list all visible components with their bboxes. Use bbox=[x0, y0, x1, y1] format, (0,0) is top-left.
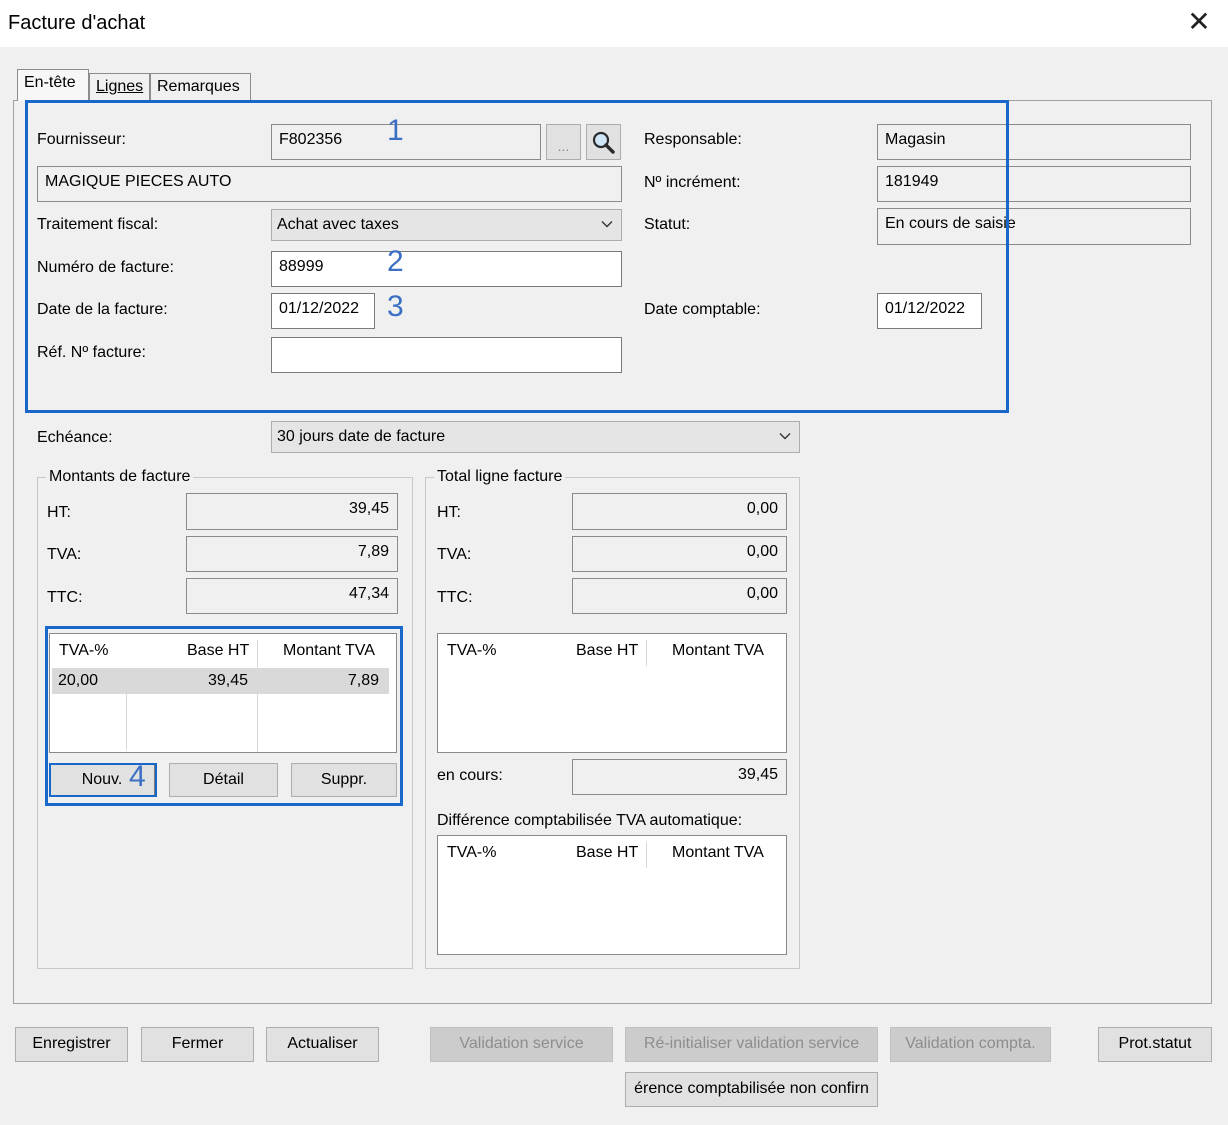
suppr-button[interactable]: Suppr. bbox=[291, 763, 397, 797]
numero-facture-input[interactable]: 88999 bbox=[271, 251, 622, 287]
traitement-fiscal-label: Traitement fiscal: bbox=[37, 216, 159, 233]
en-cours-field: 39,45 bbox=[572, 759, 787, 795]
enregistrer-button[interactable]: Enregistrer bbox=[15, 1027, 128, 1062]
annotation-number-2: 2 bbox=[387, 245, 404, 278]
montants-title: Montants de facture bbox=[46, 468, 194, 486]
traitement-fiscal-select[interactable]: Achat avec taxes bbox=[271, 209, 622, 241]
en-cours-label: en cours: bbox=[437, 767, 503, 784]
diff-tva-label: Différence comptabilisée TVA automatique… bbox=[437, 812, 743, 829]
grid-header-base-ht: Base HT bbox=[576, 844, 639, 861]
detail-button[interactable]: Détail bbox=[169, 763, 278, 797]
grid-separator bbox=[646, 842, 647, 868]
increment-field: 181949 bbox=[877, 166, 1191, 202]
annotation-number-1: 1 bbox=[387, 114, 404, 147]
cell-tva-pct: 20,00 bbox=[58, 672, 99, 689]
cell-montant-tva: 7,89 bbox=[347, 672, 379, 689]
grid-header-tva-pct: TVA-% bbox=[447, 844, 497, 861]
montants-ht-label: HT: bbox=[47, 504, 71, 521]
title-bar bbox=[0, 0, 1228, 47]
date-comptable-label: Date comptable: bbox=[644, 301, 761, 318]
annotation-number-3: 3 bbox=[387, 290, 404, 323]
validation-service-button[interactable]: Validation service bbox=[430, 1027, 613, 1062]
grid-header-montant-tva: Montant TVA bbox=[283, 642, 375, 659]
search-icon bbox=[592, 131, 615, 154]
date-facture-input[interactable]: 01/12/2022 bbox=[271, 293, 375, 329]
grid-header-base-ht: Base HT bbox=[576, 642, 639, 659]
window-title: Facture d'achat bbox=[8, 12, 146, 34]
fournisseur-field[interactable]: F802356 bbox=[271, 124, 541, 160]
grid-separator bbox=[257, 640, 258, 752]
table-row[interactable]: 20,00 39,45 7,89 bbox=[52, 668, 389, 694]
numero-facture-label: Numéro de facture: bbox=[37, 259, 174, 276]
grid-header-tva-pct: TVA-% bbox=[447, 642, 497, 659]
grid-header-montant-tva: Montant TVA bbox=[672, 844, 764, 861]
tab-label: Lignes bbox=[96, 78, 144, 95]
grid-header-montant-tva: Montant TVA bbox=[672, 642, 764, 659]
montants-tva-field: 7,89 bbox=[186, 536, 398, 572]
montants-ttc-field: 47,34 bbox=[186, 578, 398, 614]
diff-tva-grid[interactable]: TVA-% Base HT Montant TVA bbox=[437, 835, 787, 955]
statut-label: Statut: bbox=[644, 216, 691, 233]
tab-lignes[interactable]: Lignes bbox=[89, 73, 150, 100]
montants-ttc-label: TTC: bbox=[47, 589, 83, 606]
grid-header-base-ht: Base HT bbox=[187, 642, 250, 659]
browse-button[interactable]: ... bbox=[546, 124, 581, 160]
tab-remarques[interactable]: Remarques bbox=[150, 73, 251, 100]
fermer-button[interactable]: Fermer bbox=[141, 1027, 254, 1062]
chevron-down-icon bbox=[601, 221, 613, 228]
tab-label: Remarques bbox=[157, 78, 240, 95]
total-ht-field: 0,00 bbox=[572, 493, 787, 530]
statut-field: En cours de saisie bbox=[877, 208, 1191, 245]
prot-statut-button[interactable]: Prot.statut bbox=[1098, 1027, 1212, 1062]
echeance-label: Echéance: bbox=[37, 429, 113, 446]
search-button[interactable] bbox=[586, 124, 621, 160]
echeance-value: 30 jours date de facture bbox=[277, 428, 446, 445]
total-ht-label: HT: bbox=[437, 504, 461, 521]
validation-compta-button[interactable]: Validation compta. bbox=[890, 1027, 1051, 1062]
total-tva-label: TVA: bbox=[437, 546, 472, 563]
traitement-fiscal-value: Achat avec taxes bbox=[277, 216, 399, 233]
actualiser-button[interactable]: Actualiser bbox=[266, 1027, 379, 1062]
montants-ht-field: 39,45 bbox=[186, 493, 398, 530]
reinit-validation-button[interactable]: Ré-initialiser validation service bbox=[625, 1027, 878, 1062]
grid-header-tva-pct: TVA-% bbox=[59, 642, 109, 659]
total-tva-field: 0,00 bbox=[572, 536, 787, 572]
ref-facture-input[interactable] bbox=[271, 337, 622, 373]
annotation-number-4: 4 bbox=[129, 760, 146, 793]
responsable-field: Magasin bbox=[877, 124, 1191, 160]
supplier-name-field: MAGIQUE PIECES AUTO bbox=[37, 166, 622, 202]
ref-facture-label: Réf. Nº facture: bbox=[37, 344, 146, 361]
grid-separator bbox=[646, 640, 647, 666]
cell-base-ht: 39,45 bbox=[207, 672, 248, 689]
tab-en-tete[interactable]: En-tête bbox=[17, 69, 89, 101]
total-ligne-title: Total ligne facture bbox=[434, 468, 566, 486]
echeance-select[interactable]: 30 jours date de facture bbox=[271, 421, 800, 453]
tab-label: En-tête bbox=[24, 74, 76, 91]
date-comptable-input[interactable]: 01/12/2022 bbox=[877, 293, 982, 329]
close-icon[interactable]: ✕ bbox=[1184, 8, 1214, 38]
total-ttc-field: 0,00 bbox=[572, 578, 787, 614]
date-facture-label: Date de la facture: bbox=[37, 301, 168, 318]
increment-label: Nº incrément: bbox=[644, 174, 741, 191]
montants-tva-grid[interactable]: TVA-% Base HT Montant TVA 20,00 39,45 7,… bbox=[49, 633, 397, 753]
total-tva-grid[interactable]: TVA-% Base HT Montant TVA bbox=[437, 633, 787, 753]
montants-tva-label: TVA: bbox=[47, 546, 82, 563]
chevron-down-icon bbox=[779, 433, 791, 440]
diff-non-confirmee-button[interactable]: érence comptabilisée non confirn bbox=[625, 1072, 878, 1107]
fournisseur-label: Fournisseur: bbox=[37, 131, 126, 148]
responsable-label: Responsable: bbox=[644, 131, 742, 148]
total-ttc-label: TTC: bbox=[437, 589, 473, 606]
